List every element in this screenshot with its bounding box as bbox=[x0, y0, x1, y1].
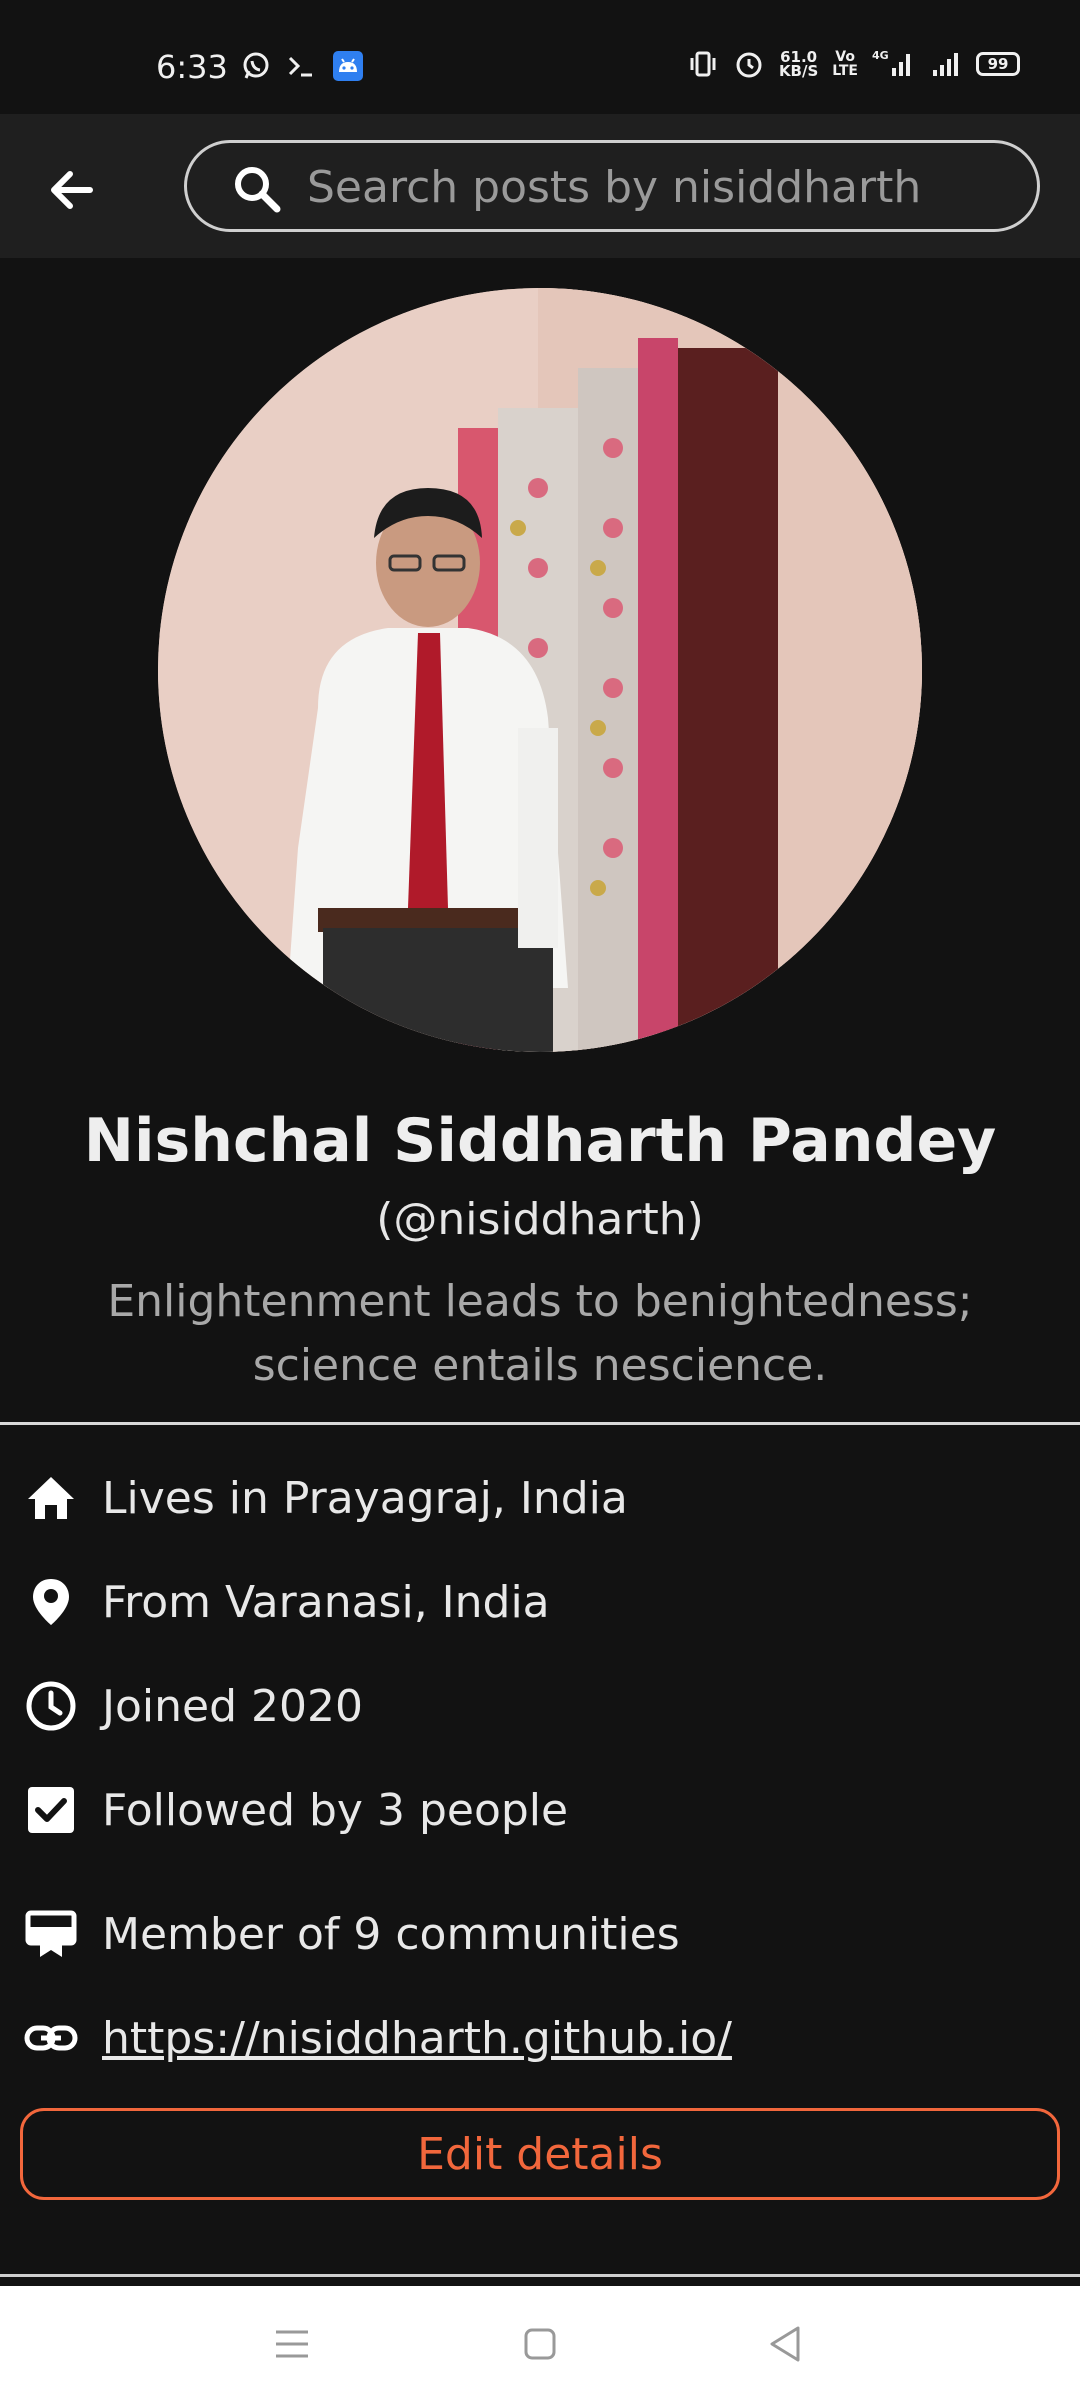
notification-icons bbox=[240, 50, 364, 82]
alarm-icon bbox=[736, 52, 762, 78]
detail-text: Member of 9 communities bbox=[102, 1908, 680, 1960]
detail-website[interactable]: https://nisiddharth.github.io/ bbox=[0, 1998, 1080, 2078]
search-input[interactable] bbox=[307, 157, 1007, 217]
profile-name: Nishchal Siddharth Pandey bbox=[83, 1106, 997, 1176]
detail-text: Joined 2020 bbox=[102, 1680, 363, 1732]
home-icon bbox=[28, 1477, 74, 1519]
clock-icon bbox=[26, 1681, 76, 1731]
community-icon bbox=[25, 1910, 77, 1957]
detail-lives-in: Lives in Prayagraj, India bbox=[0, 1458, 1080, 1538]
checkbox-icon bbox=[28, 1787, 74, 1833]
divider bbox=[0, 1422, 1080, 1425]
location-pin-icon bbox=[33, 1579, 69, 1625]
home-button-icon[interactable] bbox=[516, 2320, 564, 2368]
profile-handle: (@nisiddharth) bbox=[376, 1194, 704, 1245]
arrow-left-icon[interactable] bbox=[40, 158, 104, 222]
system-navigation-bar bbox=[0, 2286, 1080, 2400]
volte-bottom: LTE bbox=[832, 63, 858, 79]
volte-top: Vo bbox=[835, 49, 855, 65]
detail-followers[interactable]: Followed by 3 people bbox=[0, 1770, 1080, 1850]
status-bar: 6:33 61.0 KB/S Vo LTE 4G 99 bbox=[0, 0, 1080, 114]
detail-communities[interactable]: Member of 9 communities bbox=[0, 1894, 1080, 1974]
search-bar[interactable] bbox=[184, 140, 1040, 232]
speed-unit: KB/S bbox=[778, 62, 819, 80]
link-icon bbox=[24, 2025, 78, 2051]
whatsapp-icon bbox=[243, 52, 269, 79]
search-icon bbox=[235, 167, 281, 213]
menu-icon[interactable] bbox=[268, 2320, 316, 2368]
volte-indicator: Vo LTE bbox=[832, 50, 858, 78]
battery-indicator: 99 bbox=[976, 52, 1020, 76]
divider bbox=[0, 2274, 1080, 2277]
terminal-icon bbox=[288, 56, 312, 77]
detail-joined: Joined 2020 bbox=[0, 1666, 1080, 1746]
edit-details-button[interactable]: Edit details bbox=[20, 2108, 1060, 2200]
signal-icon bbox=[933, 53, 958, 76]
system-status-icons: 61.0 KB/S Vo LTE 4G 99 bbox=[687, 48, 1020, 80]
detail-text: From Varanasi, India bbox=[102, 1576, 550, 1628]
vibrate-icon bbox=[690, 51, 716, 77]
svg-text:4G: 4G bbox=[872, 49, 889, 62]
back-triangle-icon[interactable] bbox=[762, 2320, 810, 2368]
top-app-bar bbox=[0, 114, 1080, 258]
profile-avatar[interactable] bbox=[158, 288, 922, 1052]
profile-bio: Enlightenment leads to benightedness; sc… bbox=[107, 1276, 973, 1391]
website-link[interactable]: https://nisiddharth.github.io/ bbox=[102, 2013, 732, 2064]
network-speed: 61.0 KB/S bbox=[778, 50, 819, 80]
detail-from: From Varanasi, India bbox=[0, 1562, 1080, 1642]
status-time: 6:33 bbox=[156, 48, 228, 86]
avatar-photo bbox=[158, 288, 922, 1052]
detail-text: Followed by 3 people bbox=[102, 1784, 569, 1836]
android-icon bbox=[333, 51, 363, 81]
detail-text: Lives in Prayagraj, India bbox=[102, 1472, 628, 1524]
signal-icon: 4G bbox=[872, 49, 910, 76]
